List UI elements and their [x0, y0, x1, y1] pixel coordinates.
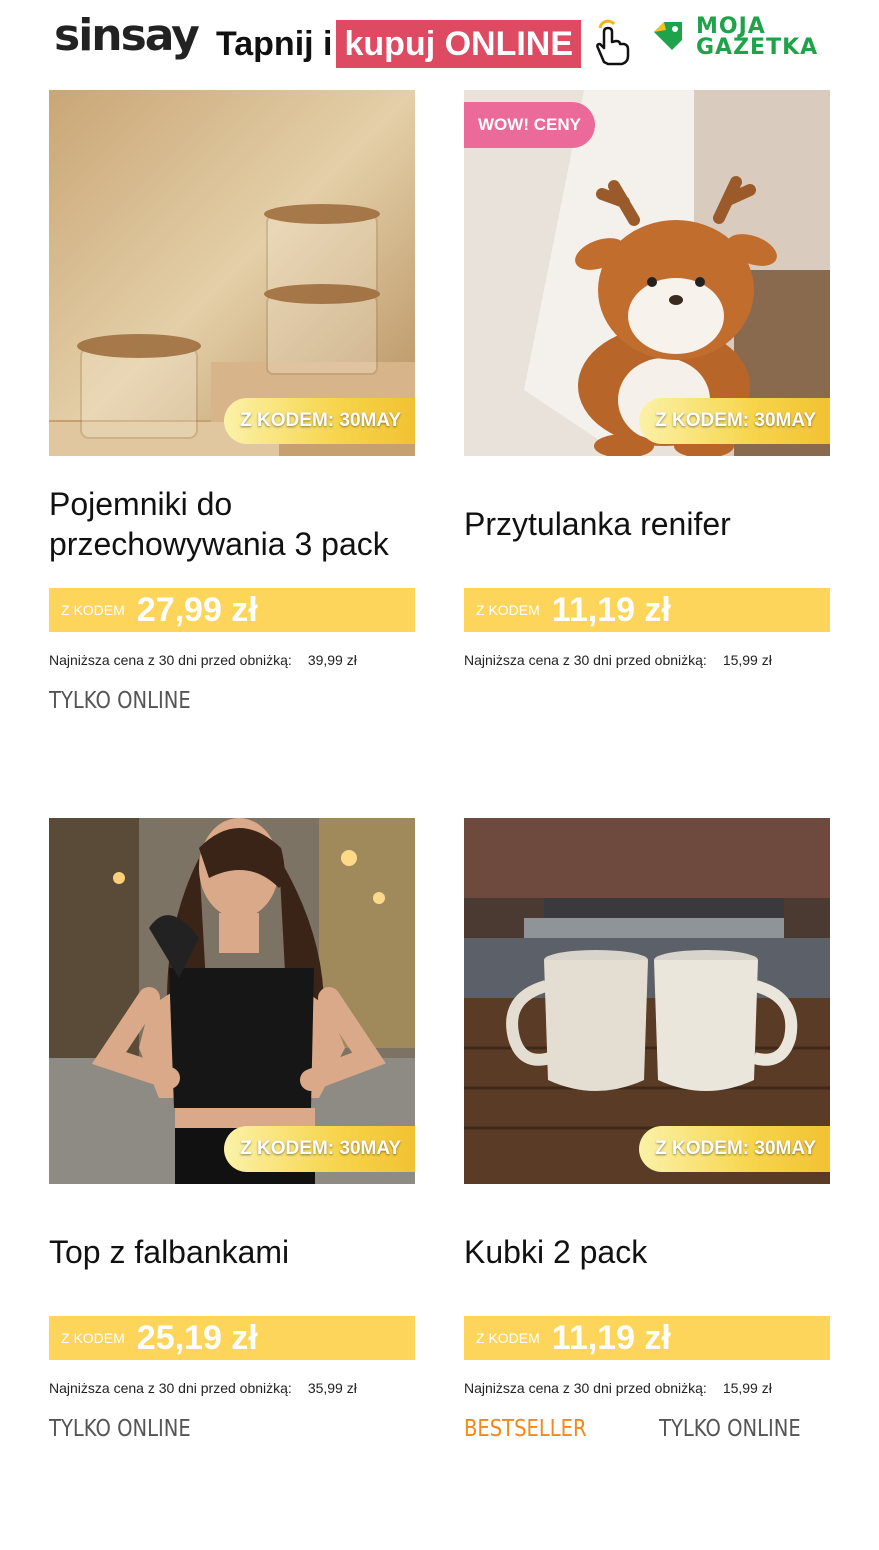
product-title[interactable]: Pojemniki do przechowywania 3 pack [49, 482, 429, 566]
price-value: 11,19 zł [551, 1318, 671, 1357]
product-title[interactable]: Kubki 2 pack [464, 1210, 844, 1294]
gazetka-text: MOJA GAZETKA [696, 14, 819, 60]
product-image-reindeer-plush[interactable]: WOW! CENY Z KODEM: 30MAY [464, 90, 830, 456]
lowest-price-label: Najniższa cena z 30 dni przed obniżką: [464, 1380, 707, 1396]
price-label: Z KODEM [476, 602, 540, 618]
online-only-tag: TYLKO ONLINE [49, 1416, 191, 1442]
lowest-price-label: Najniższa cena z 30 dni przed obniżką: [49, 1380, 292, 1396]
promo-code-badge: Z KODEM: 30MAY [639, 398, 830, 444]
lowest-price-info: Najniższa cena z 30 dni przed obniżką: 1… [464, 1380, 830, 1396]
product-image-storage-jars[interactable]: Z KODEM: 30MAY [49, 90, 415, 456]
price-value: 11,19 zł [551, 590, 671, 629]
price-tag-icon [654, 22, 682, 50]
online-only-tag: TYLKO ONLINE [49, 688, 191, 714]
product-image-mugs[interactable]: Z KODEM: 30MAY [464, 818, 830, 1184]
price-value: 25,19 zł [136, 1318, 258, 1357]
lowest-price-value: 35,99 zł [307, 1380, 357, 1396]
lowest-price-value: 15,99 zł [722, 1380, 772, 1396]
moja-gazetka-logo[interactable]: MOJA GAZETKA [652, 14, 832, 64]
online-only-tag: TYLKO ONLINE [659, 1416, 801, 1442]
tap-hand-icon [596, 19, 630, 66]
tagline[interactable]: Tapnij i kupuj ONLINE [216, 20, 582, 68]
tagline-prefix: Tapnij i [216, 24, 333, 63]
lowest-price-value: 15,99 zł [722, 652, 772, 668]
price-value: 27,99 zł [136, 590, 258, 629]
price-bar: Z KODEM 25,19 zł [49, 1316, 415, 1360]
product-title[interactable]: Top z falbankami [49, 1210, 429, 1294]
price-label: Z KODEM [476, 1330, 540, 1346]
product-title[interactable]: Przytulanka renifer [464, 482, 844, 566]
lowest-price-label: Najniższa cena z 30 dni przed obniżką: [464, 652, 707, 668]
lowest-price-value: 39,99 zł [307, 652, 357, 668]
lowest-price-info: Najniższa cena z 30 dni przed obniżką: 3… [49, 1380, 415, 1396]
tagline-highlight: kupuj ONLINE [336, 20, 582, 68]
price-bar: Z KODEM 11,19 zł [464, 1316, 830, 1360]
bestseller-tag: BESTSELLER [464, 1416, 587, 1442]
promo-code-badge: Z KODEM: 30MAY [224, 1126, 415, 1172]
price-bar: Z KODEM 11,19 zł [464, 588, 830, 632]
lowest-price-info: Najniższa cena z 30 dni przed obniżką: 3… [49, 652, 415, 668]
product-image-ruffle-top[interactable]: Z KODEM: 30MAY [49, 818, 415, 1184]
header: sinsay Tapnij i kupuj ONLINE MOJA GAZETK… [0, 0, 879, 90]
price-bar: Z KODEM 27,99 zł [49, 588, 415, 632]
promo-code-badge: Z KODEM: 30MAY [639, 1126, 830, 1172]
promo-code-badge: Z KODEM: 30MAY [224, 398, 415, 444]
sinsay-logo[interactable]: sinsay [54, 14, 200, 58]
wow-prices-badge: WOW! CENY [464, 102, 595, 148]
price-label: Z KODEM [61, 1330, 125, 1346]
lowest-price-info: Najniższa cena z 30 dni przed obniżką: 1… [464, 652, 830, 668]
lowest-price-label: Najniższa cena z 30 dni przed obniżką: [49, 652, 292, 668]
price-label: Z KODEM [61, 602, 125, 618]
